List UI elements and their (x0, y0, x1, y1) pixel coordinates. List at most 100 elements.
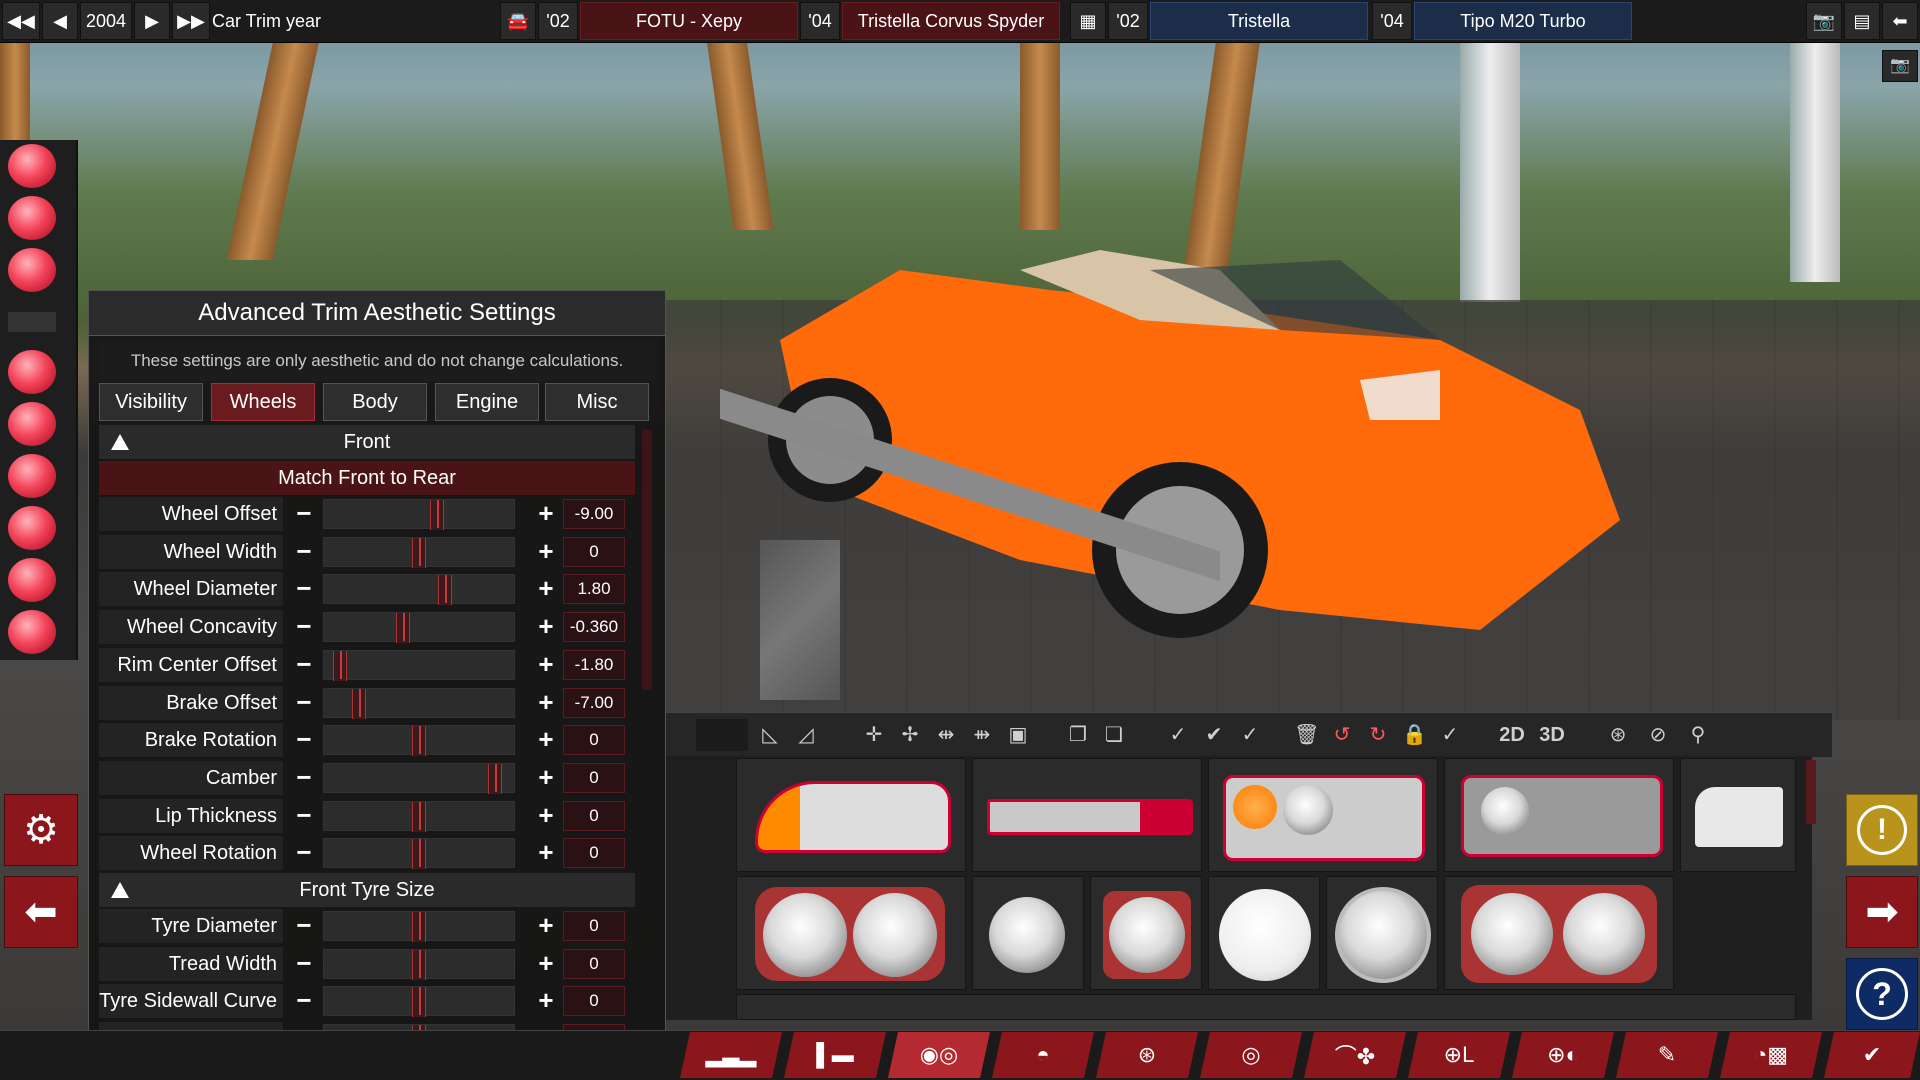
increase-button[interactable]: + (531, 650, 561, 680)
value-field[interactable]: -1.80 (563, 649, 625, 680)
paint-swatch[interactable] (8, 506, 56, 550)
decrease-button[interactable]: − (289, 763, 319, 793)
collapse-triangle-icon[interactable] (111, 434, 129, 450)
step-back-icon[interactable]: ◀ (42, 2, 78, 40)
slider-handle[interactable] (412, 912, 426, 942)
nav-wheels[interactable]: ⊛ (1096, 1032, 1198, 1078)
decrease-button[interactable]: − (289, 612, 319, 642)
trash-icon[interactable]: 🗑 (1294, 723, 1319, 747)
frame-icon[interactable]: ▣ (1006, 723, 1030, 747)
undo-icon[interactable]: ↺ (1330, 723, 1354, 747)
part-tile[interactable] (736, 758, 966, 872)
nav-testing[interactable]: ◔▩ (1720, 1032, 1822, 1078)
increase-button[interactable]: + (531, 612, 561, 642)
slider-track[interactable] (323, 649, 515, 681)
paint-swatch[interactable] (8, 610, 56, 654)
engine-variant-name[interactable]: Tipo M20 Turbo (1414, 2, 1632, 40)
slider-track[interactable] (323, 911, 515, 942)
value-field[interactable]: 1.80 (563, 574, 625, 605)
slider-track[interactable] (323, 725, 515, 757)
flip-y-icon[interactable]: ✔ (1202, 723, 1226, 747)
increase-button[interactable]: + (531, 949, 561, 979)
part-tile[interactable] (1444, 758, 1674, 872)
slider-track[interactable] (323, 574, 515, 606)
decrease-button[interactable]: − (289, 949, 319, 979)
value-field[interactable]: 0 (563, 911, 625, 941)
model-name[interactable]: FOTU - Xepy (580, 2, 798, 40)
tab-body[interactable]: Body (323, 383, 427, 421)
part-tile[interactable] (972, 876, 1084, 990)
help-button[interactable]: ? (1846, 958, 1918, 1030)
copy-icon[interactable]: ❐ (1066, 723, 1090, 747)
tyre-section-header[interactable]: Front Tyre Size (99, 873, 635, 907)
nav-car-models[interactable]: ▂▃▂ (680, 1032, 782, 1078)
slider-handle[interactable] (412, 839, 426, 870)
trim-name[interactable]: Tristella Corvus Spyder (842, 2, 1060, 40)
check-icon[interactable]: ✓ (1438, 723, 1462, 747)
rewind-icon[interactable]: ◀◀ (2, 2, 40, 40)
slider-track[interactable] (323, 838, 515, 870)
decrease-button[interactable]: − (289, 499, 319, 529)
nav-tuning[interactable]: ✎ (1616, 1032, 1718, 1078)
view-2d-button[interactable]: 2D (1494, 723, 1530, 747)
part-tile[interactable] (972, 758, 1202, 872)
nav-interior[interactable]: ⊕L (1408, 1032, 1510, 1078)
increase-button[interactable]: + (531, 986, 561, 1016)
increase-button[interactable]: + (531, 499, 561, 529)
value-field[interactable]: 0 (563, 762, 625, 793)
wheel-icon[interactable]: ⊛ (1606, 723, 1630, 747)
nav-aero[interactable]: ⌒✤ (1304, 1032, 1406, 1078)
no-wheel-icon[interactable]: ⊘ (1646, 723, 1670, 747)
layout-icon[interactable]: ▤ (1844, 2, 1880, 40)
part-tile[interactable] (1680, 758, 1796, 872)
value-field[interactable]: 0 (563, 725, 625, 756)
decrease-button[interactable]: − (289, 537, 319, 567)
increase-button[interactable]: + (531, 911, 561, 941)
increase-button[interactable]: + (531, 537, 561, 567)
slider-track[interactable] (323, 612, 515, 644)
flip-z-icon[interactable]: ✓ (1238, 723, 1262, 747)
decrease-button[interactable]: − (289, 650, 319, 680)
slider-handle[interactable] (412, 801, 426, 832)
nav-drivetrain[interactable]: ⊕◐ (1512, 1032, 1614, 1078)
mirror-move-icon[interactable]: ⇻ (970, 723, 994, 747)
engine-icon[interactable]: ▦ (1070, 2, 1106, 40)
slider-handle[interactable] (429, 500, 444, 530)
camera-icon[interactable]: 📷 (1806, 2, 1842, 40)
slider-track[interactable] (323, 536, 515, 568)
redo-icon[interactable]: ↻ (1366, 723, 1390, 747)
front-section-header[interactable]: Front (99, 425, 635, 459)
parts-scrollbar[interactable] (1806, 760, 1816, 824)
slider-handle[interactable] (412, 726, 426, 757)
paint-swatch[interactable] (8, 350, 56, 394)
paint-swatch[interactable] (8, 196, 56, 240)
value-field[interactable]: 0 (563, 536, 625, 567)
nav-body[interactable]: ▌▬ (784, 1032, 886, 1078)
part-tile[interactable] (1326, 876, 1438, 990)
slider-handle[interactable] (487, 763, 502, 794)
value-field[interactable]: -9.00 (563, 499, 625, 529)
part-tile[interactable] (1208, 758, 1438, 872)
increase-button[interactable]: + (531, 838, 561, 868)
slider-handle[interactable] (412, 537, 426, 568)
decrease-button[interactable]: − (289, 986, 319, 1016)
flip-icon[interactable]: ✓ (1166, 723, 1190, 747)
panel-scrollbar[interactable] (642, 430, 652, 690)
paint-swatch[interactable] (8, 454, 56, 498)
warning-button[interactable]: ! (1846, 794, 1918, 866)
mirror-icon[interactable]: ⇹ (934, 723, 958, 747)
part-tile[interactable] (1444, 876, 1674, 990)
slider-track[interactable] (323, 986, 515, 1018)
slider-handle[interactable] (396, 613, 411, 644)
slider-handle[interactable] (412, 949, 426, 980)
decrease-button[interactable]: − (289, 911, 319, 941)
value-field[interactable]: 0 (563, 986, 625, 1017)
tab-misc[interactable]: Misc (545, 383, 649, 421)
increase-button[interactable]: + (531, 688, 561, 718)
tab-wheels[interactable]: Wheels (211, 383, 315, 421)
stand-icon[interactable]: ⚲ (1686, 723, 1710, 747)
tab-engine[interactable]: Engine (435, 383, 539, 421)
part-tile[interactable] (1090, 876, 1202, 990)
slider-handle[interactable] (332, 650, 347, 681)
decrease-button[interactable]: − (289, 725, 319, 755)
